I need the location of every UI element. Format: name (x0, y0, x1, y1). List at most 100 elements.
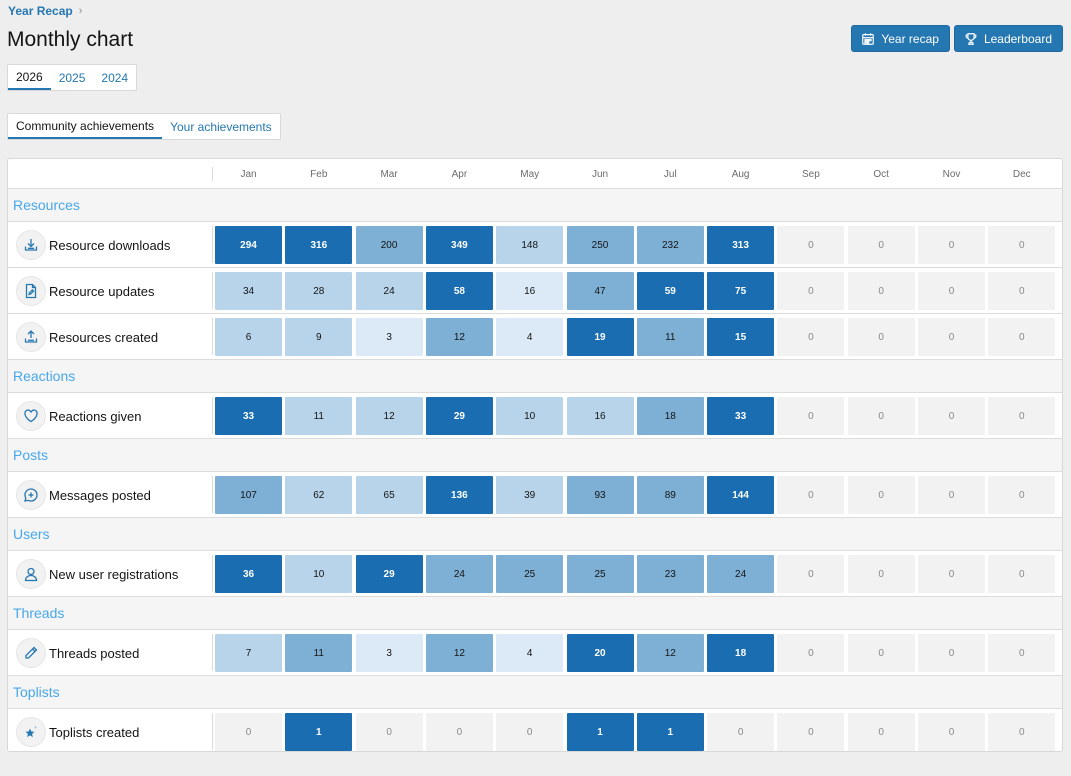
heatmap-cell-apr[interactable]: 12 (425, 634, 493, 672)
heatmap-cell-nov[interactable]: 0 (918, 713, 985, 751)
heatmap-cell-oct[interactable]: 0 (847, 555, 915, 593)
heatmap-cell-sep[interactable]: 0 (777, 476, 845, 514)
heatmap-cell-jun[interactable]: 19 (566, 318, 634, 356)
heatmap-cell-jun[interactable]: 47 (566, 272, 634, 310)
heatmap-cell-jul[interactable]: 232 (636, 226, 704, 264)
heatmap-cell-nov[interactable]: 0 (918, 555, 985, 593)
heatmap-cell-nov[interactable]: 0 (918, 634, 985, 672)
heatmap-cell-aug[interactable]: 313 (707, 226, 775, 264)
heatmap-cell-apr[interactable]: 24 (425, 555, 493, 593)
heatmap-cell-jun[interactable]: 20 (566, 634, 634, 672)
heatmap-cell-jun[interactable]: 1 (566, 713, 634, 751)
heatmap-cell-feb[interactable]: 1 (285, 713, 353, 751)
heatmap-cell-feb[interactable]: 62 (285, 476, 353, 514)
heatmap-cell-may[interactable]: 16 (496, 272, 564, 310)
heatmap-cell-jan[interactable]: 107 (215, 476, 282, 514)
heatmap-cell-nov[interactable]: 0 (918, 318, 985, 356)
heatmap-cell-sep[interactable]: 0 (777, 318, 845, 356)
heatmap-cell-nov[interactable]: 0 (918, 226, 985, 264)
heatmap-cell-mar[interactable]: 29 (355, 555, 423, 593)
heatmap-cell-jul[interactable]: 11 (636, 318, 704, 356)
heatmap-cell-jan[interactable]: 36 (215, 555, 282, 593)
heatmap-cell-aug[interactable]: 33 (707, 397, 775, 435)
heatmap-cell-jul[interactable]: 59 (636, 272, 704, 310)
heatmap-cell-mar[interactable]: 200 (355, 226, 423, 264)
heatmap-cell-apr[interactable]: 0 (425, 713, 493, 751)
heatmap-cell-mar[interactable]: 3 (355, 634, 423, 672)
heatmap-cell-apr[interactable]: 136 (425, 476, 493, 514)
heatmap-cell-jul[interactable]: 23 (636, 555, 704, 593)
tab-year-2024[interactable]: 2024 (93, 65, 136, 90)
breadcrumb-link-year-recap[interactable]: Year Recap (8, 4, 73, 18)
heatmap-cell-jul[interactable]: 89 (636, 476, 704, 514)
heatmap-cell-jul[interactable]: 18 (636, 397, 704, 435)
tab-community-achievements[interactable]: Community achievements (8, 114, 163, 139)
heatmap-cell-jun[interactable]: 16 (566, 397, 634, 435)
heatmap-cell-dec[interactable]: 0 (988, 226, 1056, 264)
heatmap-cell-feb[interactable]: 28 (285, 272, 353, 310)
heatmap-cell-jan[interactable]: 34 (215, 272, 282, 310)
heatmap-cell-nov[interactable]: 0 (918, 272, 985, 310)
heatmap-cell-oct[interactable]: 0 (847, 713, 915, 751)
heatmap-cell-dec[interactable]: 0 (988, 713, 1056, 751)
heatmap-cell-jul[interactable]: 1 (636, 713, 704, 751)
heatmap-cell-may[interactable]: 4 (496, 634, 564, 672)
heatmap-cell-oct[interactable]: 0 (847, 318, 915, 356)
heatmap-cell-oct[interactable]: 0 (847, 634, 915, 672)
heatmap-cell-may[interactable]: 4 (496, 318, 564, 356)
heatmap-cell-sep[interactable]: 0 (777, 226, 845, 264)
leaderboard-button[interactable]: Leaderboard (953, 25, 1063, 52)
heatmap-cell-aug[interactable]: 0 (707, 713, 775, 751)
heatmap-cell-aug[interactable]: 15 (707, 318, 775, 356)
heatmap-cell-apr[interactable]: 349 (425, 226, 493, 264)
heatmap-cell-may[interactable]: 0 (496, 713, 564, 751)
heatmap-cell-feb[interactable]: 11 (285, 397, 353, 435)
heatmap-cell-may[interactable]: 148 (496, 226, 564, 264)
heatmap-cell-dec[interactable]: 0 (988, 555, 1056, 593)
heatmap-cell-oct[interactable]: 0 (847, 272, 915, 310)
tab-year-2026[interactable]: 2026 (8, 65, 51, 90)
heatmap-cell-dec[interactable]: 0 (988, 634, 1056, 672)
heatmap-cell-apr[interactable]: 29 (425, 397, 493, 435)
heatmap-cell-aug[interactable]: 18 (707, 634, 775, 672)
heatmap-cell-dec[interactable]: 0 (988, 272, 1056, 310)
heatmap-cell-jan[interactable]: 33 (215, 397, 282, 435)
heatmap-cell-jun[interactable]: 93 (566, 476, 634, 514)
tab-your-achievements[interactable]: Your achievements (162, 114, 280, 139)
heatmap-cell-jul[interactable]: 12 (636, 634, 704, 672)
heatmap-cell-feb[interactable]: 316 (285, 226, 353, 264)
heatmap-cell-feb[interactable]: 11 (285, 634, 353, 672)
heatmap-cell-mar[interactable]: 0 (355, 713, 423, 751)
heatmap-cell-dec[interactable]: 0 (988, 397, 1056, 435)
heatmap-cell-sep[interactable]: 0 (777, 713, 845, 751)
heatmap-cell-oct[interactable]: 0 (847, 226, 915, 264)
heatmap-cell-jun[interactable]: 250 (566, 226, 634, 264)
heatmap-cell-may[interactable]: 10 (496, 397, 564, 435)
heatmap-cell-mar[interactable]: 24 (355, 272, 423, 310)
tab-year-2025[interactable]: 2025 (51, 65, 94, 90)
heatmap-cell-jan[interactable]: 6 (215, 318, 282, 356)
heatmap-cell-sep[interactable]: 0 (777, 397, 845, 435)
heatmap-cell-mar[interactable]: 12 (355, 397, 423, 435)
heatmap-cell-nov[interactable]: 0 (918, 397, 985, 435)
heatmap-cell-aug[interactable]: 144 (707, 476, 775, 514)
heatmap-cell-nov[interactable]: 0 (918, 476, 985, 514)
heatmap-cell-aug[interactable]: 75 (707, 272, 775, 310)
heatmap-cell-dec[interactable]: 0 (988, 318, 1056, 356)
heatmap-cell-oct[interactable]: 0 (847, 476, 915, 514)
heatmap-cell-feb[interactable]: 10 (285, 555, 353, 593)
heatmap-cell-sep[interactable]: 0 (777, 555, 845, 593)
heatmap-cell-aug[interactable]: 24 (707, 555, 775, 593)
heatmap-cell-jan[interactable]: 0 (215, 713, 282, 751)
heatmap-cell-feb[interactable]: 9 (285, 318, 353, 356)
heatmap-cell-apr[interactable]: 12 (425, 318, 493, 356)
heatmap-cell-jan[interactable]: 294 (215, 226, 282, 264)
year-recap-button[interactable]: Year recap (851, 25, 950, 52)
heatmap-cell-oct[interactable]: 0 (847, 397, 915, 435)
heatmap-cell-jan[interactable]: 7 (215, 634, 282, 672)
heatmap-cell-sep[interactable]: 0 (777, 272, 845, 310)
heatmap-cell-mar[interactable]: 65 (355, 476, 423, 514)
heatmap-cell-may[interactable]: 25 (496, 555, 564, 593)
heatmap-cell-may[interactable]: 39 (496, 476, 564, 514)
heatmap-cell-dec[interactable]: 0 (988, 476, 1056, 514)
